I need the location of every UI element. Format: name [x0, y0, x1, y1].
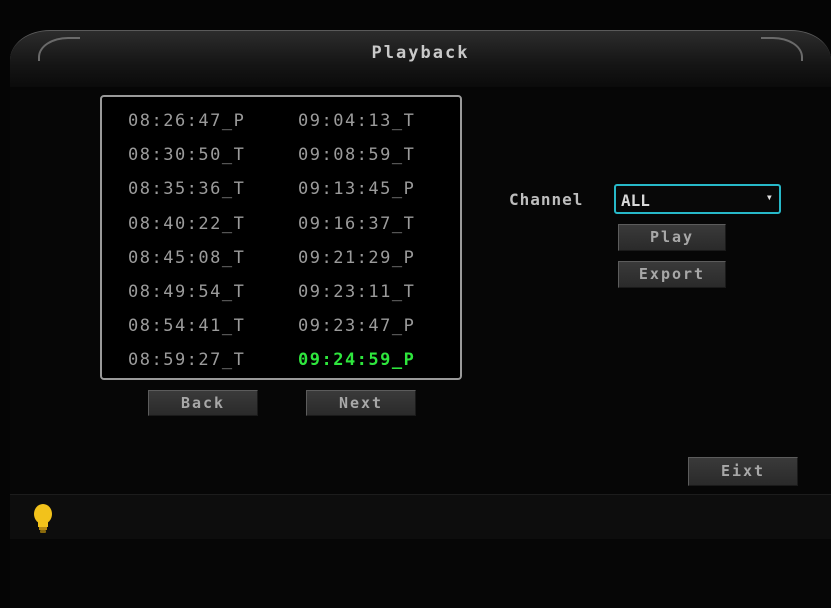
chevron-down-icon: ▾ [765, 190, 773, 204]
file-item[interactable]: 09:04:13_T [298, 111, 415, 131]
file-item[interactable]: 09:23:11_T [298, 282, 415, 302]
channel-select[interactable]: ALL ▾ [614, 184, 781, 214]
lightbulb-icon [34, 504, 52, 533]
title-bar: Playback [10, 30, 831, 87]
file-item[interactable]: 08:30:50_T [128, 145, 245, 165]
export-button[interactable]: Export [618, 261, 726, 288]
file-item-selected[interactable]: 09:24:59_P [298, 350, 415, 370]
file-item[interactable]: 08:54:41_T [128, 316, 245, 336]
window-title: Playback [371, 43, 470, 63]
channel-label: Channel [509, 190, 584, 209]
recording-file-list: 08:26:47_P 08:30:50_T 08:35:36_T 08:40:2… [100, 95, 462, 380]
exit-button[interactable]: Eixt [688, 457, 798, 486]
file-item[interactable]: 08:45:08_T [128, 248, 245, 268]
back-button[interactable]: Back [148, 390, 258, 416]
next-button[interactable]: Next [306, 390, 416, 416]
file-item[interactable]: 08:59:27_T [128, 350, 245, 370]
file-item[interactable]: 09:21:29_P [298, 248, 415, 268]
file-item[interactable]: 09:08:59_T [298, 145, 415, 165]
file-item[interactable]: 08:35:36_T [128, 179, 245, 199]
file-item[interactable]: 08:40:22_T [128, 214, 245, 234]
file-item[interactable]: 08:49:54_T [128, 282, 245, 302]
channel-selected-value: ALL [621, 191, 650, 210]
file-item[interactable]: 09:23:47_P [298, 316, 415, 336]
file-item[interactable]: 09:13:45_P [298, 179, 415, 199]
file-item[interactable]: 09:16:37_T [298, 214, 415, 234]
status-bar [10, 494, 831, 539]
file-item[interactable]: 08:26:47_P [128, 111, 245, 131]
play-button[interactable]: Play [618, 224, 726, 251]
